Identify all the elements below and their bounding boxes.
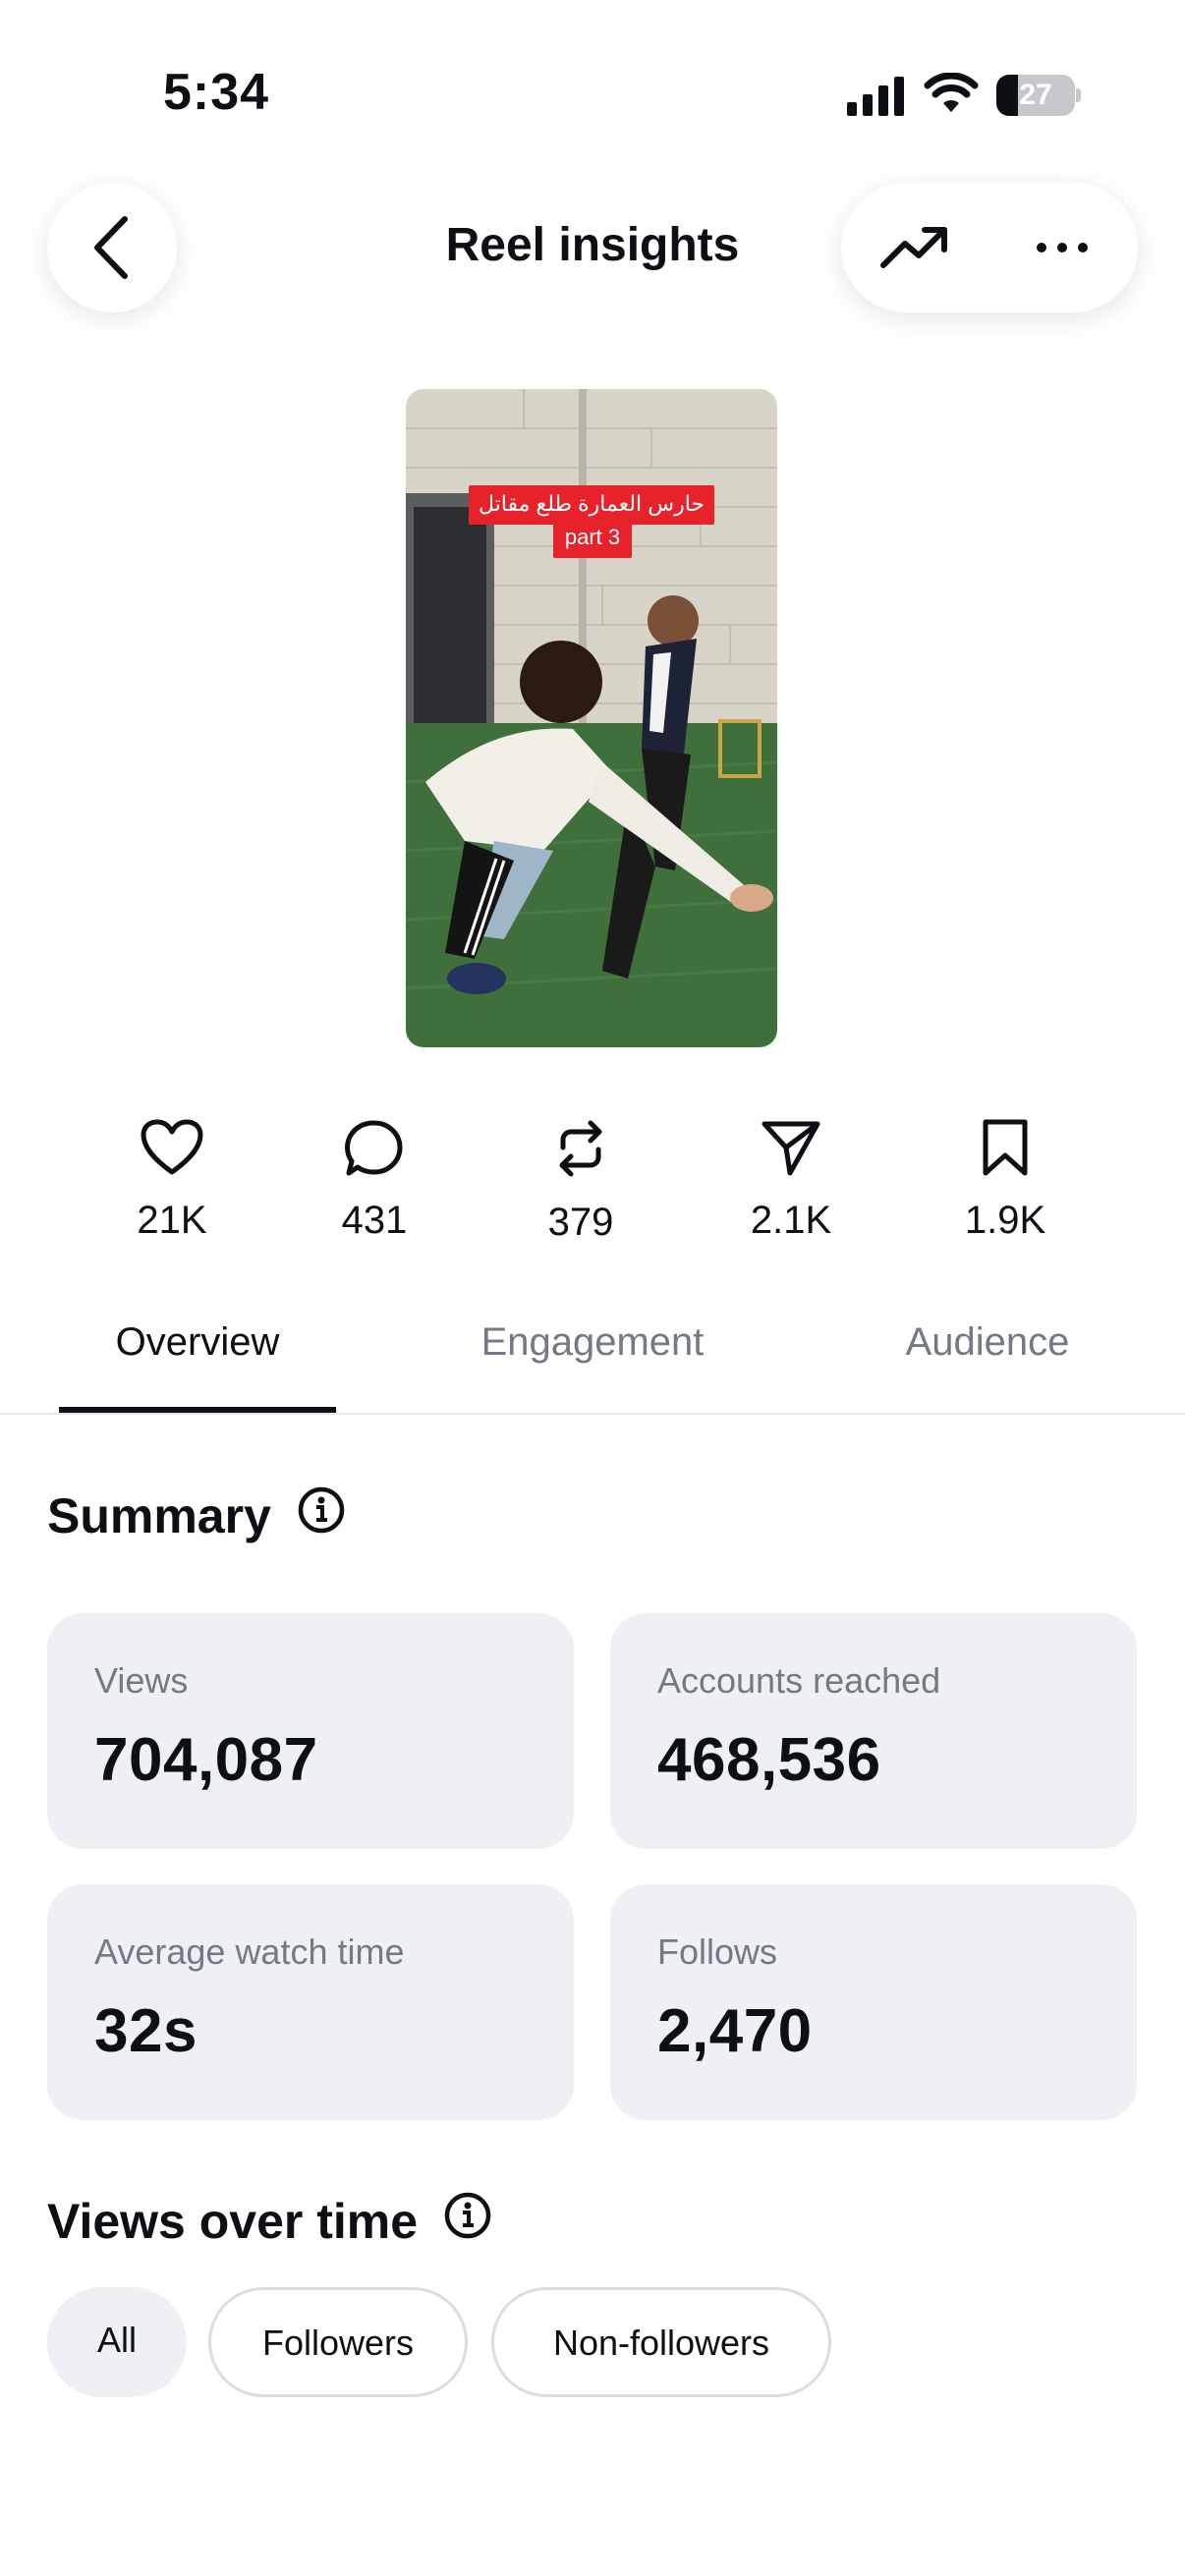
summary-heading: Summary	[47, 1485, 346, 1546]
views-card[interactable]: Views 704,087	[47, 1613, 574, 1849]
more-horizontal-icon	[1037, 243, 1088, 252]
follows-card[interactable]: Follows 2,470	[610, 1884, 1137, 2120]
repost-icon	[559, 1120, 602, 1177]
filter-chip-all[interactable]: All	[47, 2287, 187, 2397]
trend-button[interactable]	[871, 212, 959, 283]
status-bar: 5:34 27	[0, 0, 1185, 138]
follows-label: Follows	[657, 1932, 778, 1972]
reel-caption-line2: part 3	[553, 519, 632, 558]
cellular-signal-icon	[847, 77, 904, 116]
status-time: 5:34	[163, 64, 270, 121]
battery-icon: 27	[996, 75, 1081, 116]
shares-stat[interactable]: 2.1K	[693, 1118, 889, 1243]
views-value: 704,087	[94, 1726, 318, 1794]
comments-stat[interactable]: 431	[276, 1118, 473, 1243]
trending-up-icon	[880, 227, 947, 268]
info-icon[interactable]	[297, 1485, 346, 1546]
saves-count: 1.9K	[964, 1199, 1046, 1242]
accounts-reached-label: Accounts reached	[657, 1660, 941, 1701]
heart-icon	[141, 1119, 203, 1175]
filter-chip-non-followers[interactable]: Non-followers	[491, 2287, 831, 2397]
views-over-time-heading: Views over time	[47, 2191, 492, 2252]
comments-count: 431	[341, 1199, 408, 1242]
saves-stat[interactable]: 1.9K	[907, 1118, 1103, 1243]
engagement-stats: 21K 431 379 2.1K 1.9K	[0, 1118, 1185, 1275]
tab-audience[interactable]: Audience	[865, 1320, 1110, 1365]
tab-overview[interactable]: Overview	[59, 1320, 336, 1365]
likes-count: 21K	[137, 1199, 207, 1242]
tab-engagement[interactable]: Engagement	[445, 1320, 740, 1365]
follows-value: 2,470	[657, 1997, 813, 2065]
average-watch-time-value: 32s	[94, 1997, 198, 2065]
views-label: Views	[94, 1660, 189, 1701]
battery-level: 27	[1019, 79, 1052, 111]
average-watch-time-card[interactable]: Average watch time 32s	[47, 1884, 574, 2120]
more-options-button[interactable]	[1018, 212, 1106, 283]
send-icon	[762, 1121, 820, 1176]
filter-chip-followers[interactable]: Followers	[208, 2287, 468, 2397]
likes-stat[interactable]: 21K	[74, 1118, 270, 1243]
tab-active-indicator	[59, 1407, 336, 1413]
views-over-time-title: Views over time	[47, 2194, 419, 2249]
shares-count: 2.1K	[750, 1199, 832, 1242]
reposts-count: 379	[547, 1201, 614, 1244]
bookmark-icon	[983, 1119, 1028, 1176]
comment-icon	[345, 1120, 403, 1176]
reposts-stat[interactable]: 379	[482, 1118, 679, 1245]
header-actions	[841, 183, 1138, 312]
wifi-icon	[924, 73, 979, 112]
info-icon[interactable]	[443, 2191, 492, 2252]
accounts-reached-card[interactable]: Accounts reached 468,536	[610, 1613, 1137, 1849]
average-watch-time-label: Average watch time	[94, 1932, 405, 1972]
insights-tabs: Overview Engagement Audience	[0, 1277, 1185, 1415]
reel-thumbnail[interactable]: حارس العمارة طلع مقاتل part 3	[406, 389, 777, 1047]
summary-title: Summary	[47, 1488, 271, 1543]
accounts-reached-value: 468,536	[657, 1726, 881, 1794]
